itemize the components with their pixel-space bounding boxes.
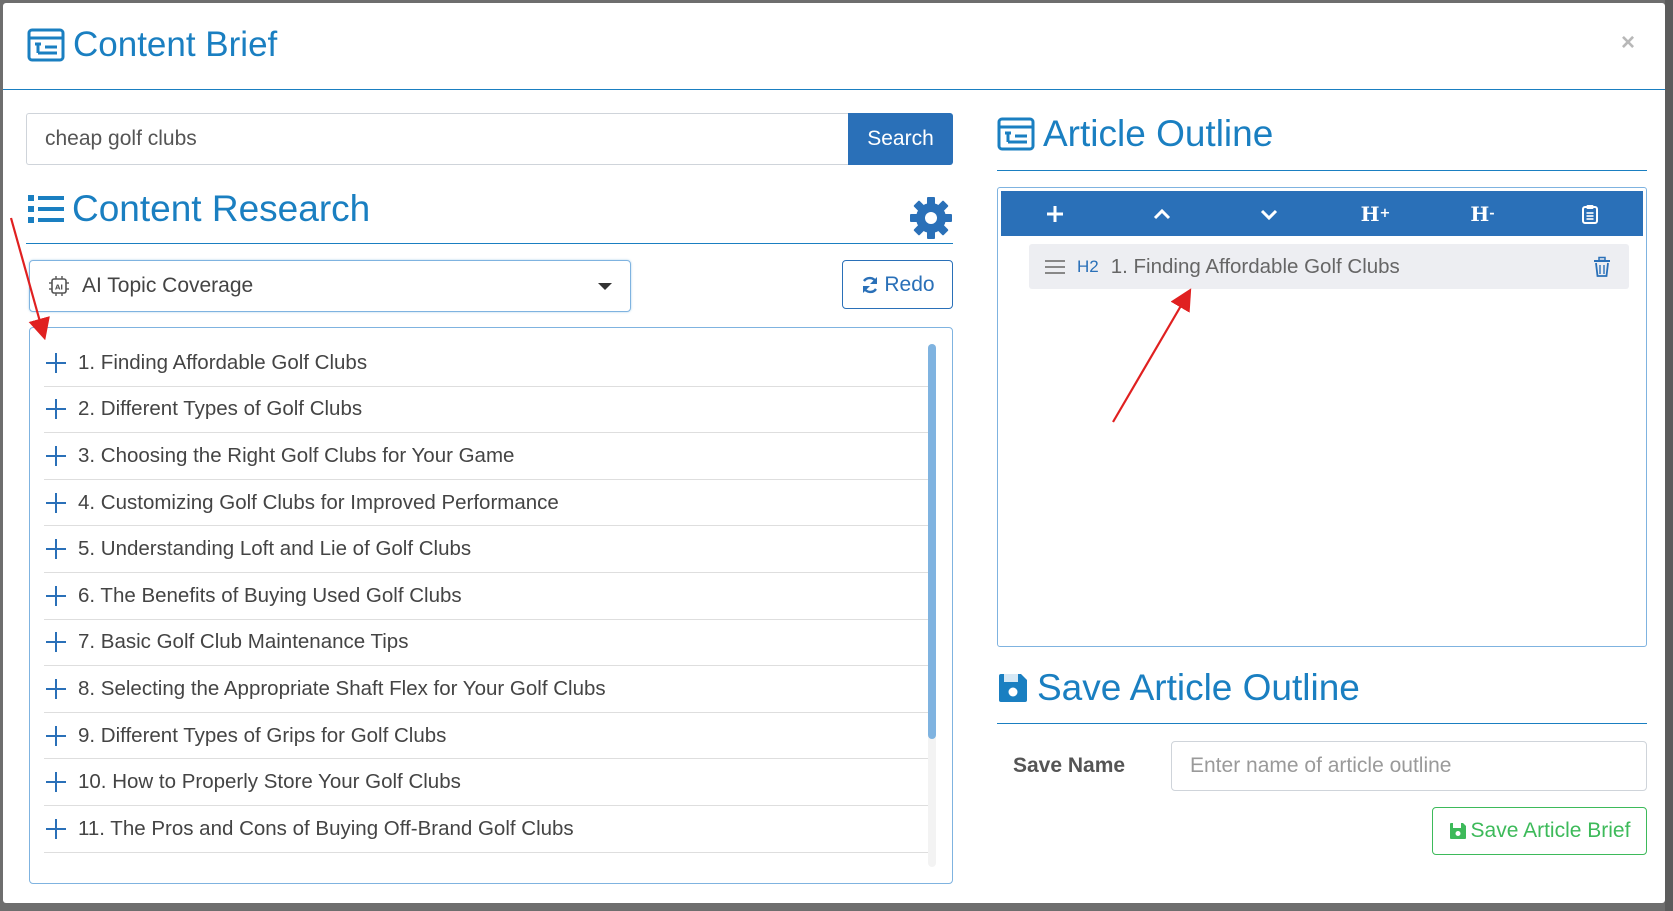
topic-label: 2. Different Types of Golf Clubs: [78, 397, 363, 421]
research-mode-select[interactable]: AI AI Topic Coverage: [29, 260, 631, 312]
add-icon[interactable]: [46, 492, 66, 513]
scrollbar-thumb[interactable]: [928, 344, 936, 739]
add-heading-button[interactable]: [1001, 191, 1108, 236]
chevron-down-icon: [598, 282, 612, 290]
svg-text:AI: AI: [55, 284, 63, 292]
topic-label: 9. Different Types of Grips for Golf Clu…: [78, 723, 447, 747]
heading-decrease-button[interactable]: H-: [1429, 191, 1536, 236]
content-research-heading: Content Research: [28, 188, 370, 230]
heading-letter: H: [1470, 201, 1490, 226]
outline-item-text: 1. Finding Affordable Golf Clubs: [1110, 254, 1400, 278]
plus-icon: [1046, 205, 1063, 222]
keyword-input[interactable]: [26, 113, 848, 165]
outline-toolbar: H + H-: [1001, 191, 1643, 236]
article-outline-title: Article Outline: [1043, 113, 1274, 154]
topic-row[interactable]: 8. Selecting the Appropriate Shaft Flex …: [44, 666, 928, 713]
list-icon: [28, 195, 64, 223]
topic-row[interactable]: 3. Choosing the Right Golf Clubs for You…: [44, 433, 928, 480]
save-outline-heading: Save Article Outline: [997, 667, 1360, 709]
floppy-disk-icon: [999, 674, 1027, 702]
topic-row[interactable]: 2. Different Types of Golf Clubs: [44, 387, 928, 434]
modal-title: Content Brief: [27, 25, 277, 65]
topic-label: 1. Finding Affordable Golf Clubs: [78, 350, 368, 374]
modal-header: Content Brief ×: [3, 3, 1665, 90]
move-down-button[interactable]: [1215, 191, 1322, 236]
topic-row[interactable]: 4. Customizing Golf Clubs for Improved P…: [44, 480, 928, 527]
refresh-icon: [863, 276, 878, 293]
divider: [997, 170, 1647, 171]
topic-row[interactable]: 5. Understanding Loft and Lie of Golf Cl…: [44, 526, 928, 573]
content-brief-modal: Content Brief × Search Content Research: [3, 3, 1665, 903]
topic-label: 11. The Pros and Cons of Buying Off-Bran…: [78, 816, 574, 840]
content-research-title: Content Research: [72, 188, 371, 229]
settings-gear-icon[interactable]: [909, 196, 953, 240]
add-icon[interactable]: [46, 352, 66, 373]
divider: [26, 243, 953, 244]
add-icon[interactable]: [46, 632, 66, 653]
topic-row[interactable]: 6. The Benefits of Buying Used Golf Club…: [44, 573, 928, 620]
divider: [997, 723, 1647, 724]
outline-icon: [997, 117, 1035, 151]
add-icon[interactable]: [46, 399, 66, 420]
outline-panel: H + H- H2 1. Finding Affordable Golf Clu…: [997, 187, 1647, 647]
add-icon[interactable]: [46, 678, 66, 699]
topic-label: 3. Choosing the Right Golf Clubs for You…: [78, 443, 515, 467]
topics-panel: 1. Finding Affordable Golf Clubs 2. Diff…: [29, 327, 953, 884]
topics-list: 1. Finding Affordable Golf Clubs 2. Diff…: [44, 340, 928, 853]
save-icon: [1449, 823, 1466, 839]
chevron-up-icon: [1153, 208, 1170, 219]
save-name-label: Save Name: [1013, 754, 1126, 777]
add-icon[interactable]: [46, 539, 66, 560]
topic-label: 10. How to Properly Store Your Golf Club…: [78, 770, 461, 794]
ai-chip-icon: AI: [49, 276, 69, 296]
heading-increase-button[interactable]: H +: [1322, 191, 1429, 236]
topic-row[interactable]: 9. Different Types of Grips for Golf Clu…: [44, 713, 928, 760]
add-icon[interactable]: [46, 725, 66, 746]
heading-level-badge: H2: [1077, 256, 1099, 276]
heading-letter: H: [1360, 201, 1380, 226]
modal-title-text: Content Brief: [73, 25, 278, 64]
save-button-label: Save Article Brief: [1470, 819, 1631, 842]
trash-icon[interactable]: [1591, 256, 1613, 278]
topic-row[interactable]: 10. How to Properly Store Your Golf Club…: [44, 759, 928, 806]
search-button[interactable]: Search: [848, 113, 953, 165]
article-outline-heading: Article Outline: [997, 113, 1273, 155]
add-icon[interactable]: [46, 445, 66, 466]
save-outline-title: Save Article Outline: [1037, 667, 1360, 708]
topic-row[interactable]: 11. The Pros and Cons of Buying Off-Bran…: [44, 806, 928, 853]
topic-row[interactable]: 7. Basic Golf Club Maintenance Tips: [44, 620, 928, 667]
close-button[interactable]: ×: [1621, 29, 1635, 57]
keyword-search: Search: [26, 113, 953, 165]
copy-outline-button[interactable]: [1536, 191, 1643, 236]
topic-label: 6. The Benefits of Buying Used Golf Club…: [78, 583, 462, 607]
drag-handle-icon[interactable]: [1045, 259, 1065, 275]
topic-label: 4. Customizing Golf Clubs for Improved P…: [78, 490, 559, 514]
topic-label: 8. Selecting the Appropriate Shaft Flex …: [78, 676, 606, 700]
add-icon[interactable]: [46, 772, 66, 793]
heading-plus-sign: +: [1379, 206, 1391, 221]
move-up-button[interactable]: [1108, 191, 1215, 236]
background-overlay: [1665, 0, 1673, 911]
save-name-input[interactable]: [1171, 741, 1647, 791]
add-icon[interactable]: [46, 818, 66, 839]
brief-icon: [27, 28, 65, 62]
topic-label: 5. Understanding Loft and Lie of Golf Cl…: [78, 537, 472, 561]
add-icon[interactable]: [46, 585, 66, 606]
chevron-down-icon: [1260, 209, 1277, 220]
topic-row[interactable]: 1. Finding Affordable Golf Clubs: [44, 340, 928, 387]
redo-label: Redo: [884, 272, 935, 296]
save-article-brief-button[interactable]: Save Article Brief: [1432, 807, 1647, 855]
clipboard-icon: [1581, 204, 1598, 224]
heading-minus-sign: -: [1489, 206, 1495, 221]
topic-label: 7. Basic Golf Club Maintenance Tips: [78, 630, 409, 654]
outline-item[interactable]: H2 1. Finding Affordable Golf Clubs: [1029, 244, 1629, 289]
redo-button[interactable]: Redo: [842, 260, 953, 309]
research-mode-value: AI Topic Coverage: [82, 274, 254, 297]
